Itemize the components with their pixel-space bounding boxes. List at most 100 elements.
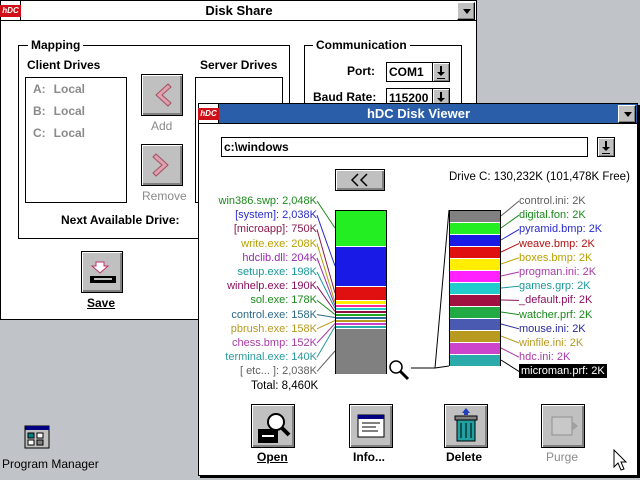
open-label[interactable]: Open	[257, 450, 288, 464]
double-chevron-left-icon	[350, 173, 368, 187]
magnifier-icon	[389, 360, 410, 381]
purge-button[interactable]	[541, 404, 585, 448]
server-drives-label: Server Drives	[200, 58, 278, 72]
trash-can-icon	[454, 408, 478, 442]
program-manager-label[interactable]: Program Manager	[2, 457, 99, 471]
right-legend-item: boxes.bmp: 2K	[519, 251, 593, 264]
disk-viewer-window: hDC hDC Disk Viewer c:\windows Drive C: …	[198, 103, 638, 476]
port-label: Port:	[347, 64, 375, 78]
chevron-left-icon	[155, 83, 172, 107]
info-label[interactable]: Info...	[353, 450, 385, 464]
list-item[interactable]: A: Local	[33, 82, 85, 96]
right-legend-item: hdc.ini: 2K	[519, 351, 571, 364]
remove-label[interactable]: Remove	[142, 189, 187, 203]
disk-share-title: Disk Share	[205, 3, 273, 18]
file-segment[interactable]	[450, 259, 500, 271]
connector-line	[500, 243, 520, 253]
right-legend-item: digital.fon: 2K	[519, 209, 586, 222]
drive-info: Drive C: 130,232K (101,478K Free)	[449, 171, 630, 183]
disk-viewer-titlebar[interactable]: hDC hDC Disk Viewer	[198, 104, 637, 124]
next-available-label: Next Available Drive:	[61, 213, 180, 227]
right-legend: control.ini: 2K digital.fon: 2K pyramid.bm…	[519, 194, 637, 384]
file-segment[interactable]	[450, 271, 500, 283]
right-legend-item: games.grp: 2K	[519, 280, 591, 293]
system-menu-button[interactable]: hDC	[0, 1, 21, 20]
right-legend-item: _default.pif: 2K	[519, 294, 593, 307]
add-label[interactable]: Add	[151, 119, 172, 133]
connector-line	[316, 229, 336, 294]
file-segment[interactable]	[450, 355, 500, 367]
connector-line	[316, 314, 336, 318]
baud-rate-label: Baud Rate:	[313, 90, 377, 104]
right-legend-item: microman.prf: 2K	[519, 364, 607, 379]
connector-line	[316, 243, 336, 303]
disk-share-titlebar[interactable]: hDC Disk Share	[0, 1, 476, 21]
usage-segment[interactable]	[336, 211, 386, 247]
purge-disk-icon	[551, 416, 578, 436]
save-disk-icon	[90, 260, 116, 284]
connector-line	[316, 320, 336, 330]
right-legend-item: progman.ini: 2K	[519, 266, 597, 278]
usage-segment[interactable]	[336, 329, 386, 375]
zoom-bracket	[434, 365, 450, 369]
info-button[interactable]	[349, 404, 393, 448]
add-button[interactable]	[141, 74, 183, 116]
connector-line	[500, 228, 520, 241]
file-segment[interactable]	[450, 343, 500, 355]
info-window-icon	[357, 414, 385, 438]
right-legend-item: control.ini: 2K	[519, 195, 586, 207]
chevron-down-icon[interactable]	[597, 137, 615, 157]
delete-label[interactable]: Delete	[446, 450, 482, 464]
directory-usage-bar[interactable]	[335, 210, 387, 375]
connector-line	[500, 359, 520, 372]
save-label[interactable]: Save	[87, 296, 115, 310]
back-button[interactable]	[335, 169, 385, 191]
file-segment[interactable]	[450, 235, 500, 247]
open-magnifier-icon	[258, 413, 291, 443]
client-drives-label: Client Drives	[27, 58, 101, 72]
file-segment[interactable]	[450, 247, 500, 259]
connector-line	[500, 347, 520, 358]
file-segment[interactable]	[450, 319, 500, 331]
connector-line	[500, 335, 520, 344]
file-segment[interactable]	[450, 331, 500, 343]
client-drives-list[interactable]: A: Local B: Local C: Local	[25, 77, 127, 203]
usage-segment[interactable]	[336, 247, 386, 287]
right-legend-item: pyramid.bmp: 2K	[519, 223, 603, 236]
list-item[interactable]: C: Local	[33, 126, 85, 140]
zoom-bracket	[411, 209, 450, 369]
file-detail-bar[interactable]	[449, 210, 501, 367]
port-select[interactable]: COM1	[386, 62, 450, 82]
file-segment[interactable]	[450, 211, 500, 223]
path-dropdown-button[interactable]	[597, 137, 615, 157]
connector-line	[500, 200, 520, 217]
connector-line	[500, 257, 520, 265]
hdc-logo-icon: hDC	[0, 4, 21, 17]
chevron-down-icon[interactable]	[432, 62, 450, 82]
minimize-button[interactable]	[618, 104, 636, 123]
open-button[interactable]	[251, 404, 295, 448]
path-select[interactable]: c:\windows	[221, 137, 588, 157]
right-legend-item: weave.bmp: 2K	[519, 237, 595, 250]
usage-segment[interactable]	[336, 287, 386, 301]
system-menu-button[interactable]: hDC	[198, 104, 219, 123]
connector-line	[500, 271, 520, 277]
mapping-label: Mapping	[28, 38, 84, 52]
minimize-button[interactable]	[457, 1, 475, 20]
disk-viewer-title: hDC Disk Viewer	[366, 106, 471, 121]
file-segment[interactable]	[450, 283, 500, 295]
delete-button[interactable]	[444, 404, 488, 448]
purge-label[interactable]: Purge	[546, 450, 578, 464]
file-segment[interactable]	[450, 223, 500, 235]
path-value: c:\windows	[224, 140, 289, 154]
port-value: COM1	[389, 65, 424, 79]
chevron-right-icon	[152, 153, 169, 177]
file-segment[interactable]	[450, 295, 500, 307]
connector-line	[316, 323, 336, 344]
save-button[interactable]	[81, 251, 123, 293]
program-manager-icon[interactable]	[22, 420, 54, 452]
total-label: Total: 8,460K	[251, 380, 319, 392]
file-segment[interactable]	[450, 307, 500, 319]
remove-button[interactable]	[141, 144, 183, 186]
list-item[interactable]: B: Local	[33, 104, 85, 118]
